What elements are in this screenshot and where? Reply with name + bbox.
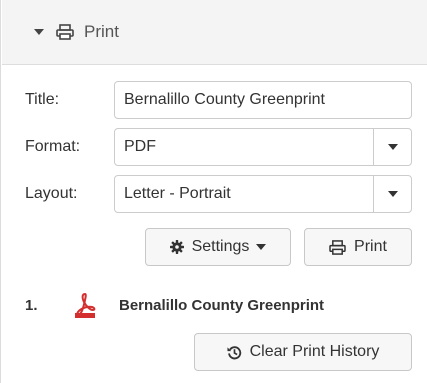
format-dropdown-button[interactable] bbox=[373, 129, 411, 165]
format-label: Format: bbox=[25, 138, 81, 155]
format-selected-value: PDF bbox=[124, 138, 156, 155]
layout-dropdown-button[interactable] bbox=[373, 176, 411, 212]
layout-selected-value: Letter - Portrait bbox=[124, 185, 231, 202]
layout-row: Layout: Letter - Portrait bbox=[25, 175, 412, 213]
title-input[interactable] bbox=[114, 81, 412, 119]
print-history-item[interactable]: 1. Bernalillo County Greenprint bbox=[25, 289, 324, 321]
printer-icon bbox=[329, 239, 346, 255]
history-item-title[interactable]: Bernalillo County Greenprint bbox=[119, 297, 324, 314]
print-button[interactable]: Print bbox=[304, 228, 412, 266]
pdf-file-icon[interactable] bbox=[73, 291, 97, 319]
settings-button[interactable]: Settings bbox=[145, 228, 291, 266]
printer-icon bbox=[56, 24, 74, 40]
format-select[interactable]: PDF bbox=[114, 128, 412, 166]
print-panel: Print Title: Format: PDF Layout: Letter … bbox=[0, 0, 427, 383]
history-icon bbox=[227, 345, 242, 360]
settings-button-label: Settings bbox=[191, 238, 250, 255]
chevron-down-icon bbox=[387, 144, 398, 150]
gear-icon bbox=[169, 240, 184, 254]
collapse-caret-icon[interactable] bbox=[34, 29, 44, 35]
panel-title: Print bbox=[84, 22, 119, 41]
print-button-label: Print bbox=[354, 238, 387, 255]
layout-label: Layout: bbox=[25, 185, 78, 202]
history-item-index: 1. bbox=[25, 296, 38, 314]
title-label: Title: bbox=[25, 91, 60, 108]
clear-print-history-label: Clear Print History bbox=[249, 343, 380, 360]
layout-select[interactable]: Letter - Portrait bbox=[114, 175, 412, 213]
chevron-down-icon bbox=[387, 191, 398, 197]
title-row: Title: bbox=[25, 81, 412, 119]
clear-print-history-button[interactable]: Clear Print History bbox=[194, 333, 412, 371]
panel-header[interactable]: Print bbox=[2, 0, 427, 65]
chevron-down-icon bbox=[256, 244, 267, 250]
format-row: Format: PDF bbox=[25, 128, 412, 166]
